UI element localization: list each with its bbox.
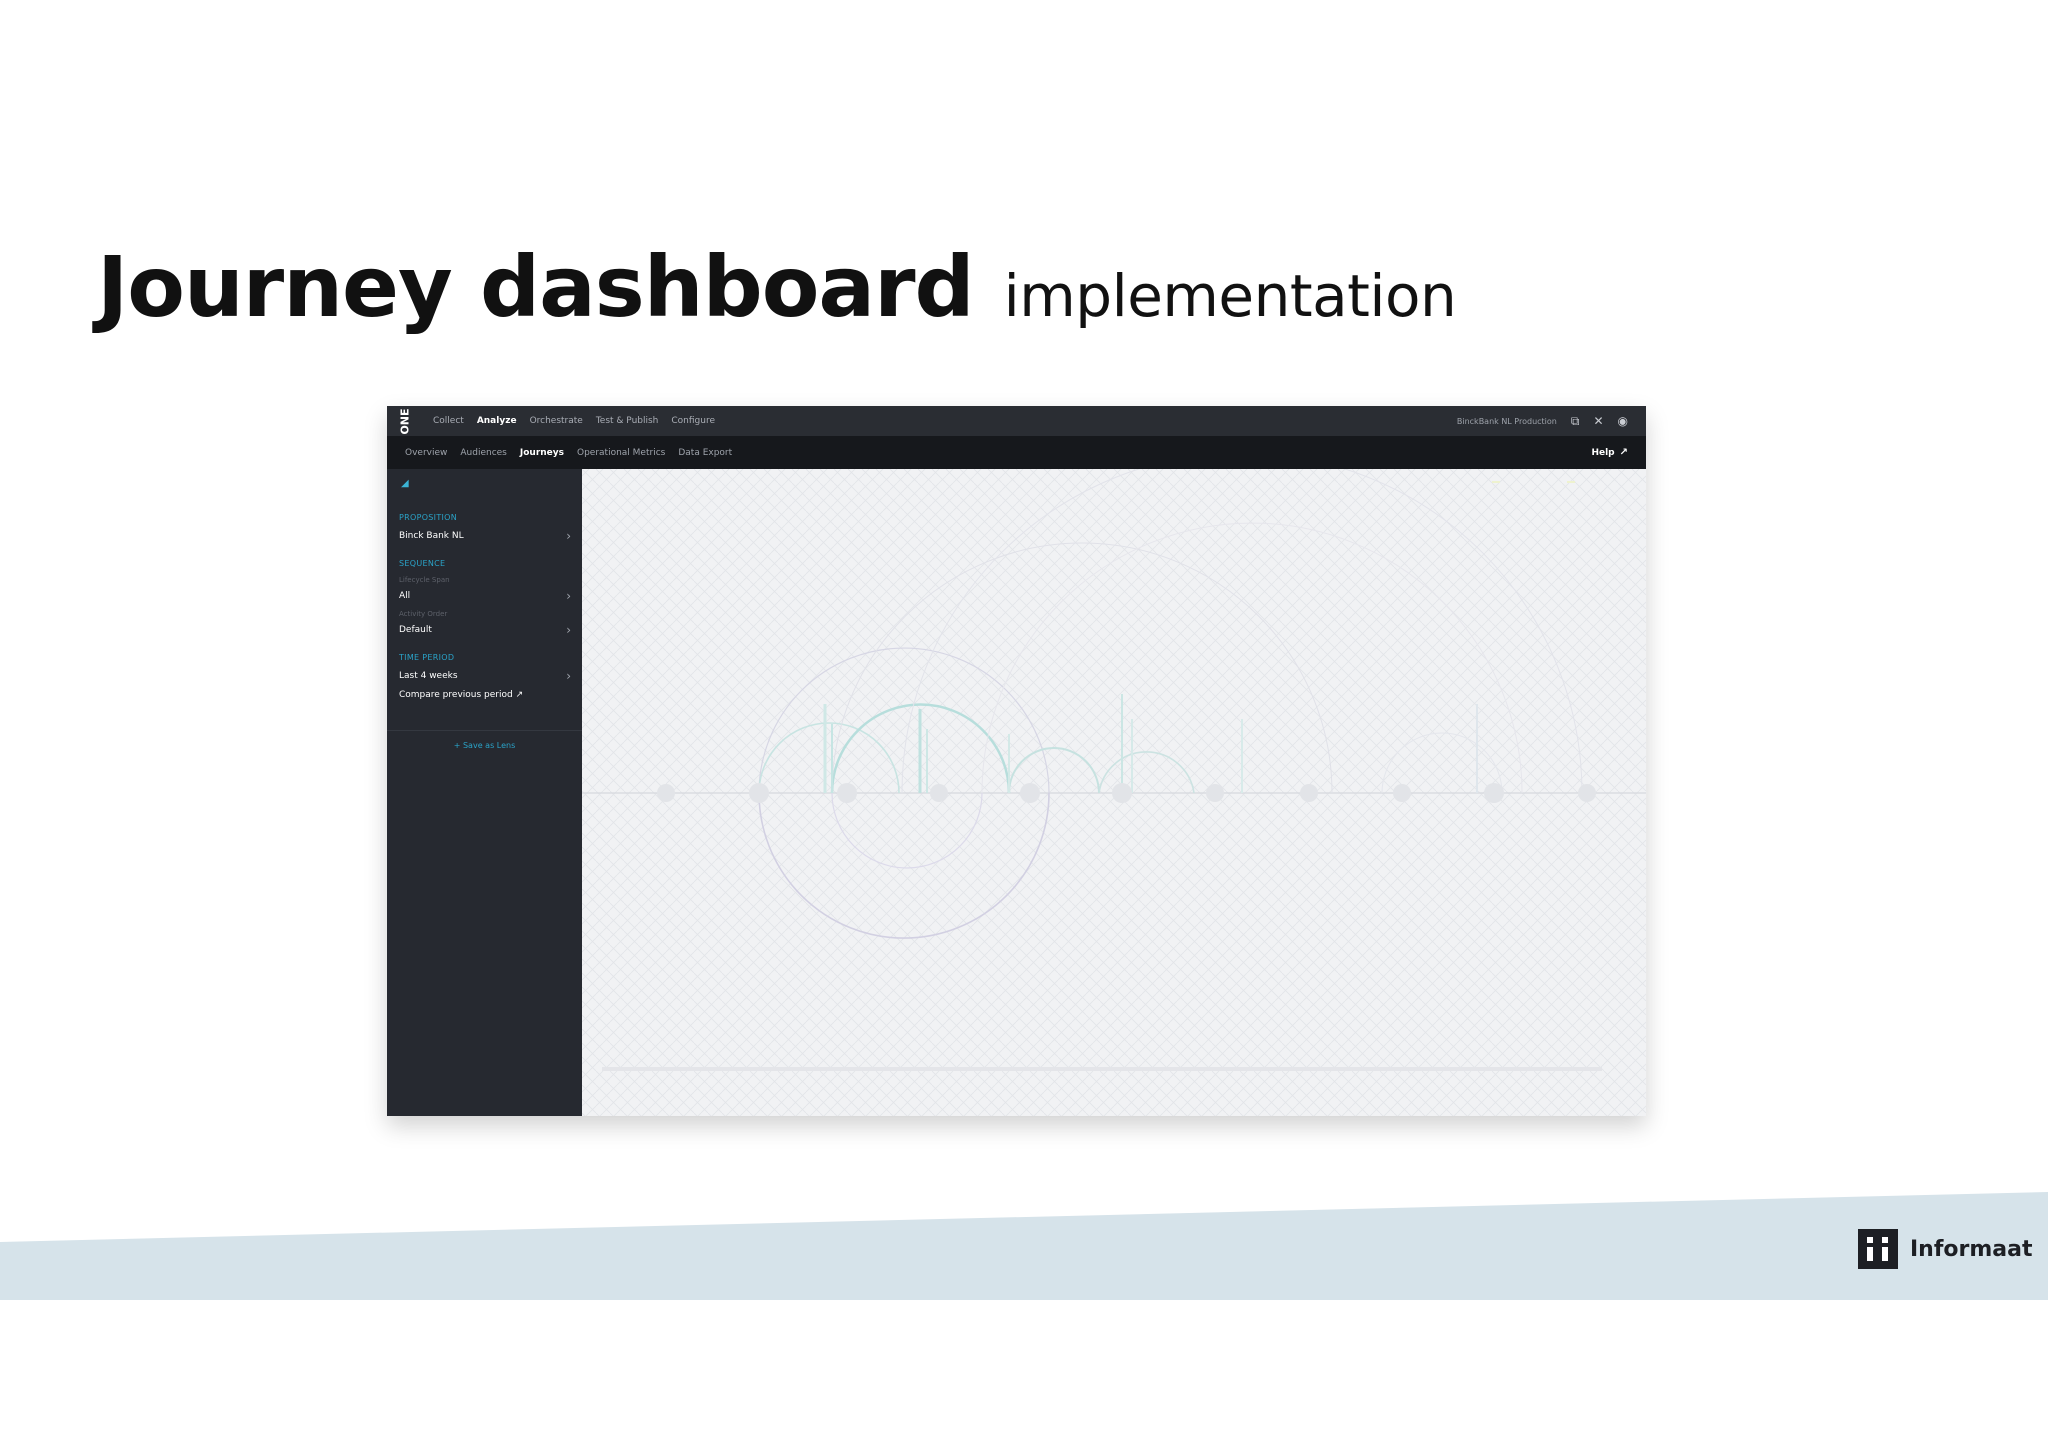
order-hint: Activity Order — [399, 610, 448, 618]
sub-nav-bar: Overview Audiences Journeys Operational … — [387, 436, 1646, 469]
time-period-select[interactable]: Last 4 weeks › — [399, 669, 571, 683]
proposition-heading: PROPOSITION — [399, 513, 458, 522]
lifecycle-value: All — [399, 591, 411, 601]
top-nav-bar: ONE Collect Analyze Orchestrate Test & P… — [387, 406, 1646, 436]
slide-title: Journey dashboard implementation — [97, 238, 1457, 336]
title-main: Journey dashboard — [97, 238, 975, 336]
legend-chip — [1492, 481, 1500, 483]
compare-previous-link[interactable]: Compare previous period ↗ — [399, 690, 523, 700]
time-period-value: Last 4 weeks — [399, 671, 458, 681]
sidebar-divider — [387, 730, 582, 731]
lifecycle-hint: Lifecycle Span — [399, 576, 450, 584]
chevron-right-icon: › — [566, 623, 571, 637]
environment-switcher[interactable]: BinckBank NL Production — [1457, 417, 1557, 426]
external-link-icon: ↗ — [1619, 447, 1628, 458]
save-as-lens-button[interactable]: + Save as Lens — [387, 741, 582, 750]
tab-overview[interactable]: Overview — [405, 448, 447, 458]
app-screenshot: ONE Collect Analyze Orchestrate Test & P… — [387, 406, 1646, 1116]
brand-text: ONE — [398, 407, 412, 435]
nav-orchestrate[interactable]: Orchestrate — [530, 416, 583, 426]
journey-visualization[interactable] — [582, 469, 1646, 1116]
tab-journeys[interactable]: Journeys — [520, 448, 564, 458]
nav-analyze[interactable]: Analyze — [477, 416, 517, 426]
journey-arcs — [582, 469, 1646, 1116]
top-right-controls: BinckBank NL Production ⧉ ✕ ◉ — [1457, 406, 1628, 436]
tools-icon[interactable]: ✕ — [1593, 414, 1603, 428]
proposition-select[interactable]: Binck Bank NL › — [399, 529, 571, 543]
logo-text: Informaat — [1910, 1236, 2033, 1262]
external-link-icon: ↗ — [515, 690, 524, 700]
brand-logo[interactable]: ONE — [387, 406, 423, 436]
tab-audiences[interactable]: Audiences — [460, 448, 507, 458]
chevron-right-icon: › — [566, 669, 571, 683]
chevron-right-icon: › — [566, 529, 571, 543]
title-sub: implementation — [1003, 262, 1457, 330]
time-period-heading: TIME PERIOD — [399, 653, 455, 662]
help-label: Help — [1591, 447, 1615, 458]
lifecycle-select[interactable]: All › — [399, 589, 571, 603]
nav-collect[interactable]: Collect — [433, 416, 464, 426]
informaat-logo-mark-icon — [1858, 1229, 1898, 1269]
filter-sidebar: ◢ PROPOSITION Binck Bank NL › SEQUENCE L… — [387, 469, 582, 1116]
legend-chip — [1567, 481, 1575, 483]
footer-band — [0, 1192, 2048, 1300]
collapse-sidebar-icon[interactable]: ◢ — [401, 478, 409, 489]
proposition-value: Binck Bank NL — [399, 531, 464, 541]
main-nav: Collect Analyze Orchestrate Test & Publi… — [433, 416, 715, 426]
nav-test-publish[interactable]: Test & Publish — [596, 416, 659, 426]
chevron-right-icon: › — [566, 589, 571, 603]
order-value: Default — [399, 625, 432, 635]
analyze-subnav: Overview Audiences Journeys Operational … — [405, 448, 732, 458]
nav-configure[interactable]: Configure — [671, 416, 715, 426]
sequence-heading: SEQUENCE — [399, 559, 446, 568]
tab-operational-metrics[interactable]: Operational Metrics — [577, 448, 665, 458]
tab-data-export[interactable]: Data Export — [678, 448, 732, 458]
user-avatar-icon[interactable]: ◉ — [1618, 414, 1628, 428]
compare-label: Compare previous period — [399, 690, 513, 700]
help-link[interactable]: Help ↗ — [1591, 436, 1628, 469]
order-select[interactable]: Default › — [399, 623, 571, 637]
informaat-logo: Informaat — [1858, 1229, 2033, 1269]
copy-icon[interactable]: ⧉ — [1571, 414, 1580, 429]
